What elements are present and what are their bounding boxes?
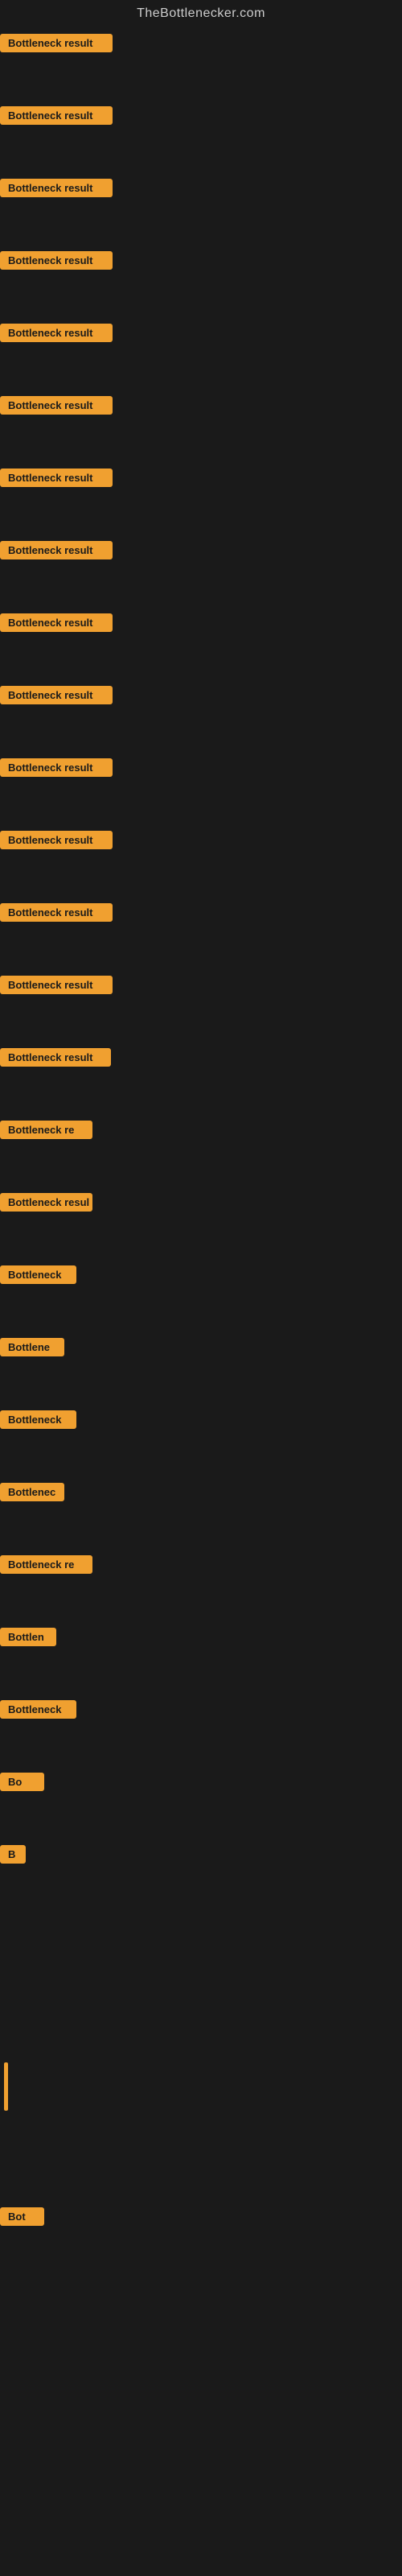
bottleneck-badge: Bottleneck result xyxy=(0,396,113,415)
list-item: Bo xyxy=(0,1766,402,1839)
bottleneck-badge: Bottleneck result xyxy=(0,1048,111,1067)
list-item: Bottleneck result xyxy=(0,317,402,390)
bottleneck-badge: Bottleneck xyxy=(0,1410,76,1429)
site-title: TheBottlenecker.com xyxy=(0,0,402,27)
bottleneck-badge: Bottleneck re xyxy=(0,1555,92,1574)
bottleneck-badge: Bottleneck result xyxy=(0,179,113,197)
bottleneck-badge: Bottlen xyxy=(0,1628,56,1646)
bottleneck-badge: Bottleneck result xyxy=(0,106,113,125)
list-item: Bottleneck result xyxy=(0,897,402,969)
bottleneck-badge: Bottleneck result xyxy=(0,541,113,559)
list-item: Bot xyxy=(0,2201,402,2273)
list-item xyxy=(0,2273,402,2346)
bottleneck-badge: Bottleneck re xyxy=(0,1121,92,1139)
list-item: Bottleneck re xyxy=(0,1549,402,1621)
list-item: Bottleneck result xyxy=(0,172,402,245)
bottleneck-badge: Bottleneck result xyxy=(0,758,113,777)
bottleneck-badge: Bottleneck result xyxy=(0,831,113,849)
bottleneck-badge: Bottleneck result xyxy=(0,34,113,52)
list-item: Bottleneck result xyxy=(0,27,402,100)
list-item: Bottleneck re xyxy=(0,1114,402,1187)
bottleneck-badge: Bottleneck resul xyxy=(0,1193,92,1212)
bottleneck-badge: Bottleneck result xyxy=(0,613,113,632)
list-item: Bottleneck xyxy=(0,1259,402,1331)
list-item: Bottleneck result xyxy=(0,390,402,462)
list-item: Bottlenec xyxy=(0,1476,402,1549)
vertical-bar-icon xyxy=(4,2062,8,2111)
list-item: Bottleneck result xyxy=(0,752,402,824)
list-item: Bottleneck result xyxy=(0,462,402,535)
bottleneck-badge: Bottleneck xyxy=(0,1700,76,1719)
list-item: Bottleneck result xyxy=(0,1042,402,1114)
list-item: Bottleneck xyxy=(0,1694,402,1766)
bottleneck-list: Bottleneck result Bottleneck result Bottle… xyxy=(0,27,402,2563)
list-item xyxy=(0,1911,402,1984)
list-item: Bottleneck result xyxy=(0,824,402,897)
bottleneck-badge: Bottleneck result xyxy=(0,686,113,704)
list-item: Bottleneck result xyxy=(0,679,402,752)
list-item: Bottleneck resul xyxy=(0,1187,402,1259)
list-item xyxy=(0,2128,402,2201)
list-item: Bottlene xyxy=(0,1331,402,1404)
bottleneck-badge: Bottleneck result xyxy=(0,324,113,342)
list-item xyxy=(0,2418,402,2491)
list-item xyxy=(0,2346,402,2418)
bottleneck-badge: Bottlenec xyxy=(0,1483,64,1501)
bottleneck-badge: Bot xyxy=(0,2207,44,2226)
list-item: Bottleneck result xyxy=(0,245,402,317)
list-item: Bottleneck result xyxy=(0,100,402,172)
bottleneck-badge: Bo xyxy=(0,1773,44,1791)
bottleneck-badge: B xyxy=(0,1845,26,1864)
list-item: B xyxy=(0,1839,402,1911)
list-item: Bottleneck result xyxy=(0,535,402,607)
list-item: Bottlen xyxy=(0,1621,402,1694)
bottleneck-badge: Bottlene xyxy=(0,1338,64,1356)
bottleneck-badge: Bottleneck result xyxy=(0,976,113,994)
list-item xyxy=(0,2056,402,2128)
bottleneck-badge: Bottleneck result xyxy=(0,903,113,922)
list-item xyxy=(0,2491,402,2563)
list-item: Bottleneck result xyxy=(0,969,402,1042)
bottleneck-badge: Bottleneck result xyxy=(0,251,113,270)
bottleneck-badge: Bottleneck result xyxy=(0,469,113,487)
list-item: Bottleneck result xyxy=(0,607,402,679)
bottleneck-badge: Bottleneck xyxy=(0,1265,76,1284)
list-item: Bottleneck xyxy=(0,1404,402,1476)
list-item xyxy=(0,1984,402,2056)
